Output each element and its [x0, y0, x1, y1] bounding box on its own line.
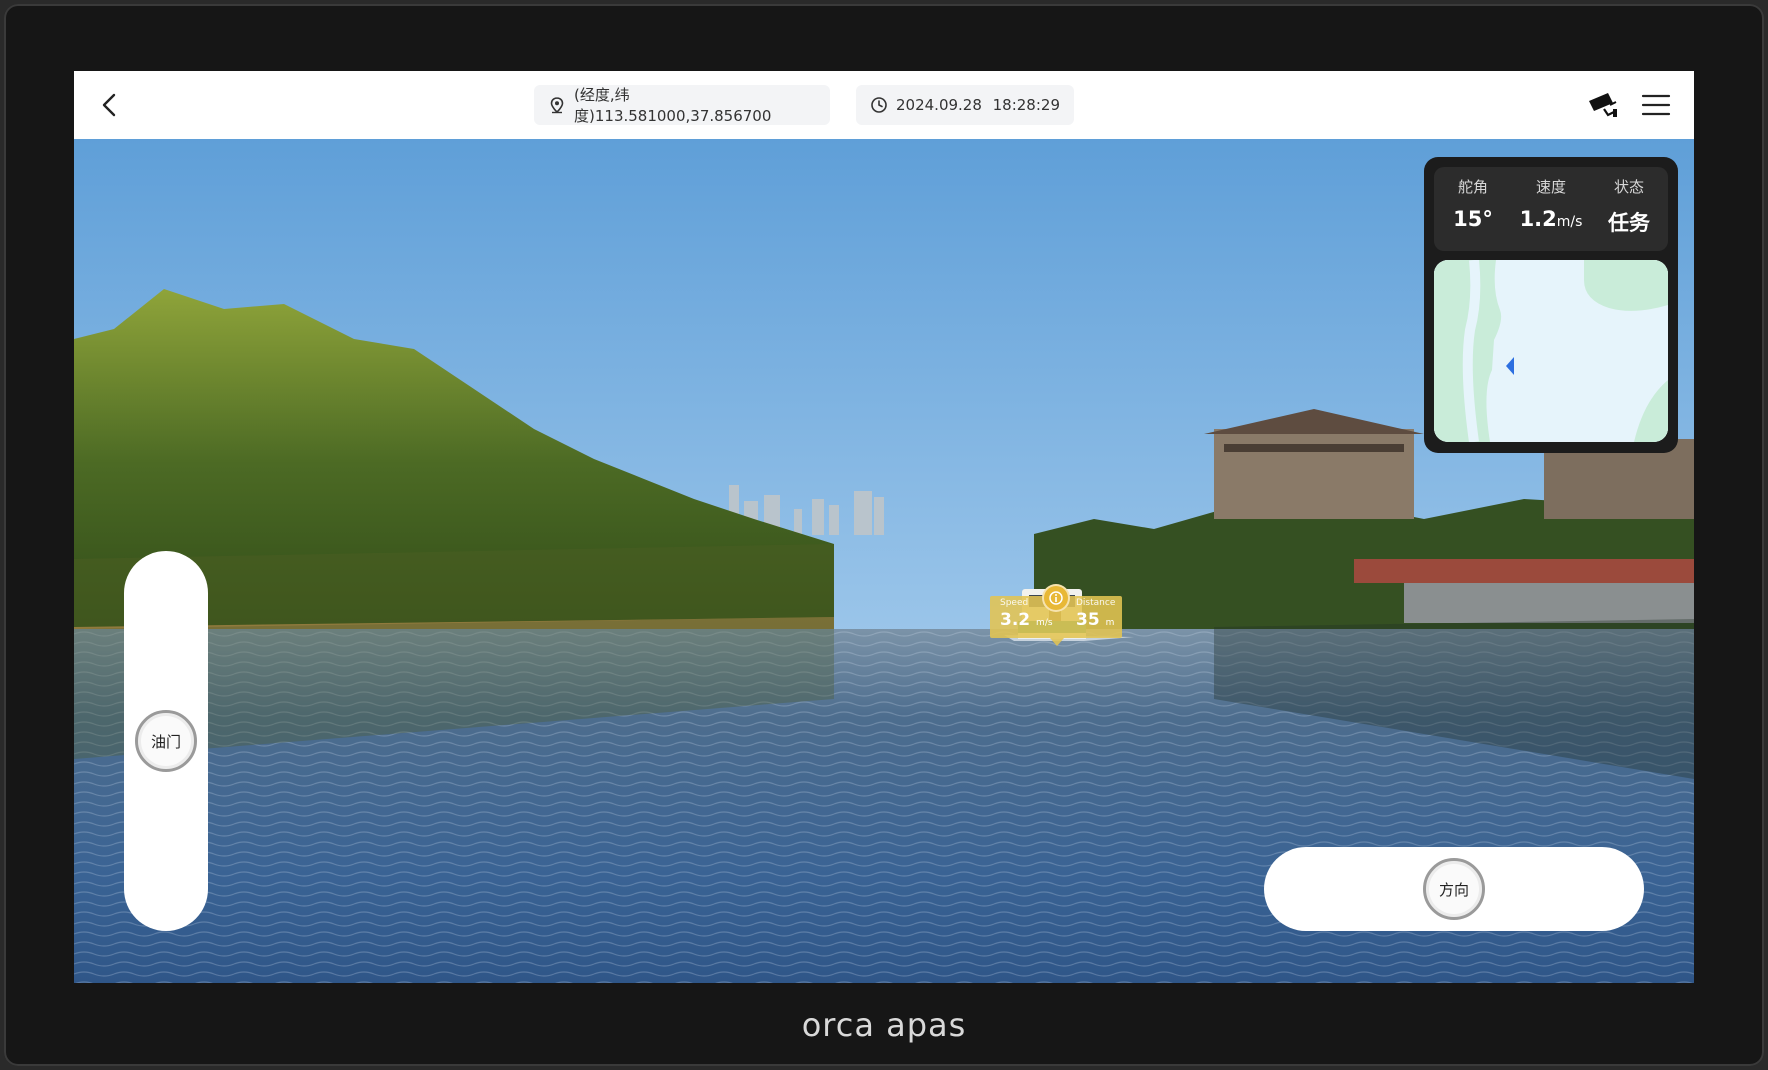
speed-label: 速度 [1535, 178, 1566, 196]
screen: Speed 3.2 m/s Distance 35 m (经度,纬度)113.5… [74, 71, 1694, 983]
throttle-knob[interactable]: 油门 [135, 710, 197, 772]
ar-distance-label: Distance [1076, 598, 1116, 608]
status-readout: 状态 任务 [1590, 167, 1668, 237]
ar-distance-value: 35 m [1076, 610, 1115, 630]
rudder-readout: 舵角 15° [1434, 167, 1512, 231]
location-pin-icon [550, 97, 564, 114]
ar-distance: Distance 35 m [1076, 598, 1136, 630]
rudder-label: 舵角 [1457, 178, 1488, 196]
telemetry-panel: 舵角 15° 速度 1.2m/s 状态 任务 [1424, 157, 1678, 453]
speed-readout: 速度 1.2m/s [1512, 167, 1590, 231]
direction-knob[interactable]: 方向 [1423, 858, 1485, 920]
camera-button[interactable] [1586, 89, 1620, 121]
time-text: 18:28:29 [992, 96, 1060, 114]
clock-icon [871, 97, 887, 113]
coords-text: (经度,纬度)113.581000,37.856700 [574, 86, 772, 125]
status-label: 状态 [1613, 178, 1644, 196]
menu-button[interactable] [1640, 89, 1672, 121]
ar-tag-pointer [1050, 638, 1064, 646]
back-button[interactable] [92, 87, 128, 123]
info-icon[interactable] [1042, 584, 1070, 612]
telemetry-readouts: 舵角 15° 速度 1.2m/s 状态 任务 [1434, 167, 1668, 251]
ar-speed-value: 3.2 m/s [1000, 610, 1053, 630]
top-bar: (经度,纬度)113.581000,37.856700 2024.09.28 1… [74, 71, 1694, 139]
target-ar-tag[interactable]: Speed 3.2 m/s Distance 35 m [990, 584, 1122, 650]
brand-logo: orca apas [801, 1006, 967, 1044]
speed-value: 1.2m/s [1519, 207, 1583, 231]
status-value: 任务 [1608, 211, 1650, 235]
direction-slider[interactable]: 方向 [1264, 847, 1644, 931]
chevron-left-icon [102, 93, 116, 117]
minimap[interactable] [1434, 260, 1668, 442]
minimap-canvas [1434, 260, 1668, 442]
camera-icon [1589, 93, 1617, 117]
date-text: 2024.09.28 [896, 96, 982, 114]
datetime-readout: 2024.09.28 18:28:29 [856, 85, 1074, 125]
menu-icon [1641, 94, 1671, 116]
location-readout: (经度,纬度)113.581000,37.856700 [534, 85, 830, 125]
rudder-value: 15° [1453, 207, 1493, 231]
throttle-slider[interactable]: 油门 [124, 551, 208, 931]
